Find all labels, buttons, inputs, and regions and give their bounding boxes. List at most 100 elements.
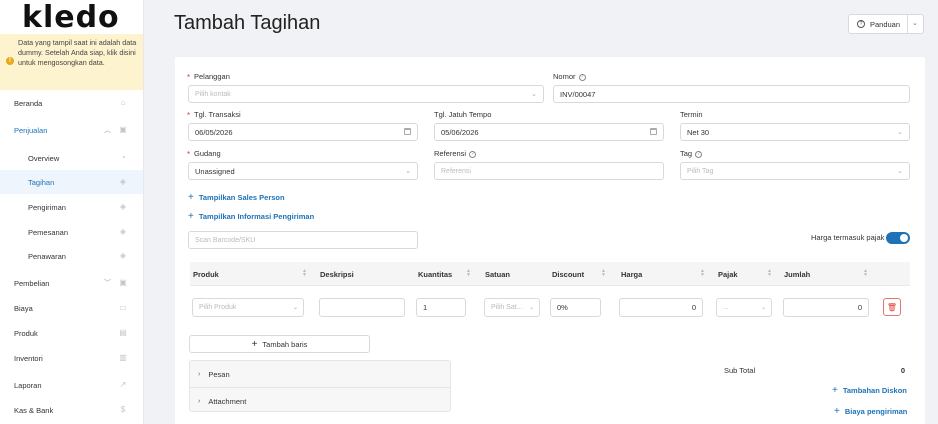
nomor-input[interactable]: INV/00047 bbox=[553, 85, 910, 103]
show-sales-person-link[interactable]: + Tampilkan Sales Person bbox=[188, 192, 285, 203]
add-discount-label: Tambahan Diskon bbox=[842, 386, 907, 395]
jumlah-value: 0 bbox=[857, 303, 862, 312]
pelanggan-select[interactable]: Pilih kontak ⌄ bbox=[188, 85, 544, 103]
shipping-cost-label: Biaya pengiriman bbox=[844, 407, 908, 416]
guide-button[interactable]: ? Panduan ⌄ bbox=[848, 14, 924, 34]
logo-text: kledo bbox=[22, 0, 120, 35]
calendar-icon bbox=[650, 128, 657, 135]
chevron-down-icon: ⌄ bbox=[292, 305, 298, 311]
scan-barcode-input[interactable]: Scan Barcode/SKU bbox=[188, 231, 418, 249]
shipping-cost-link[interactable]: + Biaya pengiriman bbox=[834, 406, 907, 417]
logo[interactable]: kledo bbox=[0, 0, 143, 35]
satuan-select[interactable]: Pilih Sat... ⌄ bbox=[484, 298, 540, 317]
chevron-down-icon[interactable]: ⌄ bbox=[912, 19, 918, 27]
tgl-jatuh-tempo-input[interactable]: 05/06/2026 bbox=[434, 123, 664, 141]
harga-value: 0 bbox=[691, 303, 696, 312]
gudang-label: Gudang bbox=[187, 149, 221, 159]
discount-value: 0% bbox=[557, 303, 568, 312]
tgl-transaksi-label: Tgl. Transaksi bbox=[187, 110, 241, 120]
sidebar-item-inventori[interactable]: Inventori ▥ bbox=[0, 346, 143, 370]
plus-icon: + bbox=[251, 338, 258, 350]
referensi-label: Referensi? bbox=[434, 149, 477, 158]
nomor-label-text: Nomor bbox=[553, 72, 576, 81]
items-table-header: Produk ▲ ▼ Deskripsi Kuantitas ▲ ▼ Satuan … bbox=[190, 262, 910, 286]
sidebar-item-penawaran[interactable]: Penawaran ◈ bbox=[0, 244, 143, 268]
th-discount: Discount bbox=[552, 270, 585, 279]
sidebar-item-overview[interactable]: Overview ◔ bbox=[0, 146, 143, 170]
collapse-item-pesan[interactable]: › Pesan bbox=[190, 361, 450, 387]
chevron-down-icon: ⌄ bbox=[528, 305, 534, 311]
tgl-transaksi-value: 06/05/2026 bbox=[195, 127, 233, 137]
chevron-down-icon: ⌄ bbox=[405, 168, 411, 175]
show-shipping-info-link[interactable]: + Tampilkan Informasi Pengiriman bbox=[188, 211, 314, 222]
page-title: Tambah Tagihan bbox=[174, 12, 321, 34]
sidebar-item-produk[interactable]: Produk ▤ bbox=[0, 321, 143, 345]
add-row-label: Tambah baris bbox=[262, 339, 308, 349]
question-icon: ? bbox=[857, 20, 865, 28]
sort-icon[interactable]: ▲ ▼ bbox=[767, 269, 772, 278]
sidebar-item-label: Kas & Bank bbox=[14, 405, 54, 415]
sidebar-item-beranda[interactable]: Beranda ⌂ bbox=[0, 91, 143, 115]
jumlah-input[interactable]: 0 bbox=[783, 298, 869, 317]
kuantitas-input[interactable]: 1 bbox=[416, 298, 466, 317]
pelanggan-placeholder: Pilih kontak bbox=[195, 90, 231, 98]
sidebar-item-pembelian[interactable]: Pembelian ﹀ ▣ bbox=[0, 271, 143, 295]
delete-row-button[interactable]: 🗑 bbox=[883, 298, 901, 316]
tag-label: Tag? bbox=[680, 149, 703, 158]
tgl-transaksi-input[interactable]: 06/05/2026 bbox=[188, 123, 418, 141]
pie-icon: ◔ bbox=[120, 153, 126, 162]
show-sales-person-label: Tampilkan Sales Person bbox=[198, 193, 285, 202]
deskripsi-input[interactable] bbox=[319, 298, 405, 317]
main-content: Tambah Tagihan ? Panduan ⌄ Pelanggan Pil… bbox=[145, 0, 938, 424]
tag-select[interactable]: Pilih Tag ⌄ bbox=[680, 162, 910, 180]
sort-icon[interactable]: ▲ ▼ bbox=[466, 269, 471, 278]
termin-select[interactable]: Net 30 ⌄ bbox=[680, 123, 910, 141]
extra-sections-collapse: › Pesan › Attachment bbox=[189, 360, 451, 412]
calendar-icon bbox=[404, 128, 411, 135]
sidebar-item-kas-bank[interactable]: Kas & Bank $ bbox=[0, 398, 143, 422]
tgl-jatuh-tempo-value: 05/06/2026 bbox=[441, 127, 479, 137]
dummy-data-notice[interactable]: ! Data yang tampil saat ini adalah data … bbox=[0, 34, 143, 90]
tag-placeholder: Pilih Tag bbox=[687, 167, 714, 175]
sidebar-item-penjualan[interactable]: Penjualan ︿ ▣ bbox=[0, 118, 143, 142]
gudang-select[interactable]: Unassigned ⌄ bbox=[188, 162, 418, 180]
produk-select[interactable]: Pilih Produk ⌄ bbox=[192, 298, 304, 317]
pajak-select[interactable]: ... ⌄ bbox=[716, 298, 772, 317]
referensi-placeholder: Referensi bbox=[441, 167, 471, 175]
dollar-icon: $ bbox=[120, 405, 126, 414]
th-produk: Produk bbox=[193, 270, 219, 279]
trash-icon: 🗑 bbox=[886, 302, 898, 312]
nomor-label: Nomor? bbox=[553, 72, 586, 81]
chevron-up-icon: ︿ bbox=[104, 127, 111, 134]
add-discount-link[interactable]: + Tambahan Diskon bbox=[832, 385, 907, 396]
collapse-item-attachment[interactable]: › Attachment bbox=[190, 388, 450, 414]
sidebar-item-label: Penjualan bbox=[14, 125, 48, 135]
sort-icon[interactable]: ▲ ▼ bbox=[863, 269, 868, 278]
sort-icon[interactable]: ▲ ▼ bbox=[302, 269, 307, 278]
sidebar-item-pemesanan[interactable]: Pemesanan ◈ bbox=[0, 220, 143, 244]
wallet-icon: ▭ bbox=[119, 303, 127, 312]
sidebar-item-tagihan[interactable]: Tagihan ◈ bbox=[0, 170, 143, 194]
archive-icon: ▥ bbox=[119, 353, 127, 362]
termin-value: Net 30 bbox=[687, 127, 710, 137]
chevron-down-icon: ﹀ bbox=[104, 280, 111, 287]
discount-input[interactable]: 0% bbox=[550, 298, 601, 317]
divider bbox=[907, 15, 908, 33]
tax-inclusive-toggle[interactable] bbox=[886, 232, 910, 244]
sort-icon[interactable]: ▲ ▼ bbox=[700, 269, 705, 278]
sort-icon[interactable]: ▲ ▼ bbox=[601, 269, 606, 278]
collapse-item-label: Pesan bbox=[208, 369, 230, 379]
box-icon: ▤ bbox=[119, 328, 127, 337]
add-row-button[interactable]: + Tambah baris bbox=[189, 335, 370, 353]
sidebar-item-label: Pembelian bbox=[14, 278, 50, 288]
sidebar-item-laporan[interactable]: Laporan ↗ bbox=[0, 373, 143, 397]
sidebar-item-biaya[interactable]: Biaya ▭ bbox=[0, 296, 143, 320]
chevron-down-icon: ⌄ bbox=[760, 305, 766, 311]
harga-input[interactable]: 0 bbox=[619, 298, 703, 317]
chevron-right-icon: › bbox=[198, 370, 201, 378]
sidebar-item-pengiriman[interactable]: Pengiriman ◈ bbox=[0, 195, 143, 219]
th-harga: Harga bbox=[621, 270, 643, 279]
sidebar-item-label: Laporan bbox=[14, 380, 42, 390]
sidebar-item-label: Penawaran bbox=[28, 251, 66, 261]
referensi-input[interactable]: Referensi bbox=[434, 162, 664, 180]
